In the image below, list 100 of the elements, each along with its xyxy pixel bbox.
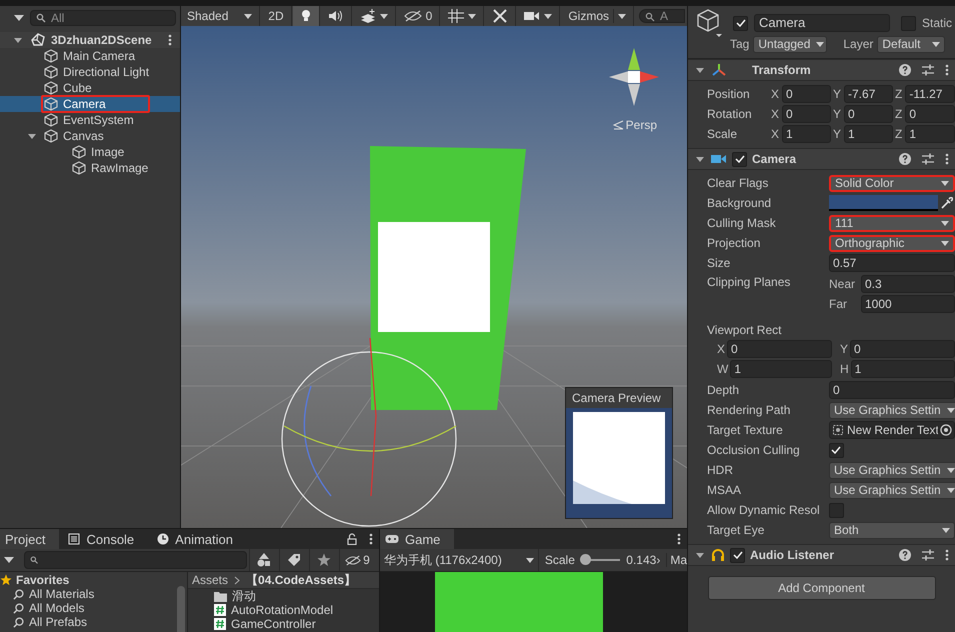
asset-item[interactable]: 滑动 (188, 589, 379, 603)
number-field[interactable]: 0 (782, 105, 831, 123)
field-label: Scale (707, 127, 738, 141)
checkbox[interactable] (829, 502, 844, 518)
checkbox[interactable] (829, 442, 844, 458)
foldout-arrow-icon[interactable] (28, 131, 38, 141)
enable-checkbox[interactable] (732, 152, 747, 166)
presets-icon[interactable] (922, 153, 934, 165)
more-icon[interactable] (945, 549, 949, 561)
help-icon[interactable] (899, 549, 911, 561)
more-icon[interactable] (168, 34, 172, 46)
panel-tab[interactable]: Console (63, 529, 148, 549)
hierarchy-item[interactable]: Image (0, 144, 180, 160)
layer-dropdown[interactable]: Default (877, 36, 946, 52)
dropdown[interactable]: Both (829, 522, 955, 538)
number-field[interactable]: 1 (730, 360, 832, 378)
color-field[interactable] (829, 195, 938, 211)
field-label: HDR (707, 463, 734, 477)
number-field[interactable]: 0 (850, 340, 955, 358)
field-label: Size (707, 256, 732, 270)
component-header[interactable]: Camera (688, 148, 955, 170)
game-tab[interactable]: Game (380, 529, 454, 549)
number-field[interactable]: 1 (782, 125, 831, 143)
search-field[interactable] (24, 551, 247, 569)
item-label: All Materials (29, 587, 94, 601)
more-icon[interactable] (677, 533, 681, 545)
tag-dropdown[interactable]: Untagged (753, 36, 828, 52)
add-component-button[interactable]: Add Component (708, 576, 936, 600)
number-field[interactable]: 0 (905, 105, 955, 123)
favorite-item[interactable]: All Prefabs (0, 615, 187, 629)
hidden-packages-toggle[interactable]: 9 (339, 549, 375, 571)
view-mode-label[interactable]: Persp (612, 118, 657, 132)
search-field[interactable]: All (30, 10, 176, 26)
scrollbar[interactable] (177, 586, 185, 632)
favorite-item[interactable]: All Models (0, 601, 187, 615)
hierarchy-item[interactable]: Canvas (0, 128, 180, 144)
presets-icon[interactable] (922, 549, 934, 561)
dropdown[interactable]: Use Graphics Settin (829, 482, 955, 498)
search-field[interactable]: A (639, 9, 685, 23)
breadcrumb-item[interactable]: 【04.CodeAssets】 (246, 572, 356, 588)
slider-thumb[interactable] (580, 554, 591, 565)
number-field[interactable]: -7.67 (844, 85, 893, 103)
hierarchy-item[interactable]: Main Camera (0, 48, 180, 64)
gamepad-icon (385, 534, 399, 544)
dropdown[interactable]: Use Graphics Settin (829, 462, 955, 478)
foldout-arrow-icon[interactable] (696, 550, 706, 560)
favorites-header[interactable]: Favorites (0, 573, 187, 587)
dropdown-arrow-icon[interactable] (14, 15, 24, 21)
hierarchy-item[interactable]: 3Dzhuan2DScene (0, 32, 180, 48)
breadcrumb-item[interactable]: Assets (192, 573, 228, 587)
number-field[interactable]: 0 (844, 105, 893, 123)
foldout-arrow-icon[interactable] (14, 35, 24, 45)
dropdown[interactable]: 111 (829, 214, 955, 232)
component-header[interactable]: Audio Listener (688, 544, 955, 566)
number-field[interactable]: 0 (829, 381, 955, 399)
dropdown[interactable]: Solid Color (829, 174, 955, 192)
panel-tab[interactable]: Animation (152, 529, 247, 549)
number-field[interactable]: 1 (850, 360, 955, 378)
static-checkbox[interactable] (901, 16, 916, 30)
enable-checkbox[interactable] (730, 548, 745, 562)
number-field[interactable]: 0 (782, 85, 831, 103)
number-field[interactable]: 0.3 (861, 275, 955, 293)
axis-label: X (771, 87, 780, 101)
hierarchy-item[interactable]: Directional Light (0, 64, 180, 80)
number-field[interactable]: -11.27 (905, 85, 955, 103)
panel-tab[interactable]: Project (0, 529, 60, 549)
number-field[interactable]: 0 (727, 340, 832, 358)
favorite-item[interactable]: All Materials (0, 587, 187, 601)
lock-icon[interactable] (347, 533, 357, 545)
name-field[interactable]: Camera (754, 14, 890, 32)
foldout-arrow-icon[interactable] (696, 154, 706, 164)
hierarchy-item[interactable]: Camera (0, 96, 180, 112)
component-header[interactable]: Transform (688, 59, 955, 81)
dropdown[interactable]: Use Graphics Settin (829, 402, 955, 418)
number-field[interactable]: 1 (844, 125, 893, 143)
hierarchy-item[interactable]: RawImage (0, 160, 180, 176)
asset-item[interactable]: GameController (188, 617, 379, 631)
help-icon[interactable] (899, 64, 911, 76)
presets-icon[interactable] (922, 64, 934, 76)
number-field[interactable]: 1 (905, 125, 955, 143)
asset-item[interactable]: AutoRotationModel (188, 603, 379, 617)
cube-icon (44, 113, 58, 127)
hierarchy-item[interactable]: Cube (0, 80, 180, 96)
dropdown-arrow-icon[interactable] (4, 557, 14, 563)
hierarchy-item[interactable]: EventSystem (0, 112, 180, 128)
target-icon[interactable] (940, 424, 952, 436)
foldout-arrow-icon[interactable] (696, 65, 706, 75)
toolbar-label[interactable]: Ma (666, 553, 687, 567)
more-icon[interactable] (945, 64, 949, 76)
more-icon[interactable] (945, 153, 949, 165)
help-icon[interactable] (899, 153, 911, 165)
lighting-toggle[interactable] (292, 6, 320, 26)
number-field[interactable]: 1000 (861, 295, 955, 313)
display-dropdown[interactable]: 华为手机 (1176x2400) (384, 549, 539, 571)
active-checkbox[interactable] (733, 16, 748, 30)
dropdown[interactable]: Orthographic (829, 234, 955, 252)
number-field[interactable]: 0.57 (829, 254, 955, 272)
eyedropper-icon[interactable] (941, 197, 953, 209)
item-label: Camera (62, 97, 107, 111)
more-icon[interactable] (369, 533, 373, 545)
